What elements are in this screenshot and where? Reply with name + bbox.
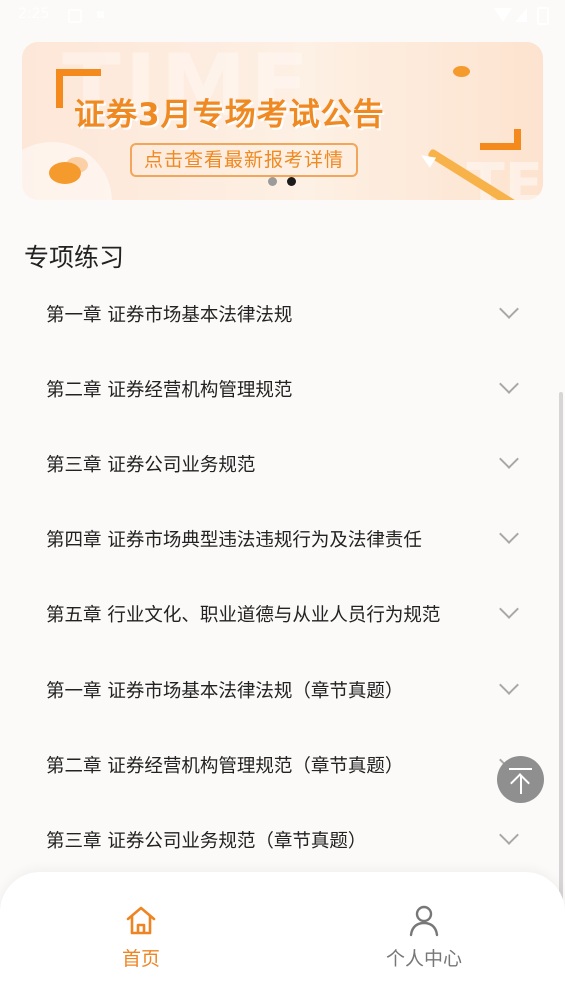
chapter-item[interactable]: 第二章 证券经营机构管理规范 [0,350,565,425]
chapter-label: 第一章 证券市场基本法律法规 [46,305,293,326]
chapter-label: 第二章 证券经营机构管理规范（章节真题） [46,756,404,777]
tab-home[interactable]: 首页 [81,902,201,982]
chapter-item[interactable]: 第二章 证券经营机构管理规范（章节真题） [0,726,565,801]
chapter-label: 第五章 行业文化、职业道德与从业人员行为规范 [46,605,441,626]
back-to-top-button[interactable] [497,756,544,803]
scrollbar[interactable] [559,392,563,902]
chapter-label: 第三章 证券公司业务规范（章节真题） [46,831,367,852]
chapter-item[interactable]: 第三章 证券公司业务规范 [0,425,565,500]
chevron-down-icon[interactable] [499,374,519,394]
status-time: 2:25 [18,6,50,22]
battery-icon [537,7,549,25]
wifi-icon [494,8,512,22]
tab-profile[interactable]: 个人中心 [364,902,484,982]
signal-icon [515,8,527,22]
chapter-label: 第三章 证券公司业务规范 [46,455,256,476]
chevron-down-icon[interactable] [499,675,519,695]
tab-profile-label: 个人中心 [385,948,462,970]
banner-headline: 证券3月专场考试公告 [74,97,385,133]
sim-icon: ▪ [96,6,106,22]
chapter-label: 第二章 证券经营机构管理规范 [46,380,293,401]
bottom-tab-bar: 首页 个人中心 [0,872,565,1004]
chevron-down-icon[interactable] [499,299,519,319]
chevron-down-icon[interactable] [499,524,519,544]
banner-subtitle-button[interactable]: 点击查看最新报考详情 [130,143,359,177]
section-title: 专项练习 [24,243,125,272]
chapter-item[interactable]: 第四章 证券市场典型违法违规行为及法律责任 [0,500,565,575]
banner-decoration-dot-small [453,66,470,77]
chapter-item[interactable]: 第一章 证券市场基本法律法规（章节真题） [0,651,565,726]
person-icon [409,905,439,937]
status-bar: 2:25 ▪ [0,0,565,30]
banner-page-indicator[interactable] [264,177,304,187]
chapter-label: 第四章 证券市场典型违法违规行为及法律责任 [46,530,422,551]
chapter-item[interactable]: 第一章 证券市场基本法律法规 [0,275,565,350]
chevron-down-icon[interactable] [499,825,519,845]
chevron-down-icon[interactable] [499,449,519,469]
back-to-top-icon [509,768,532,770]
indicator-dot-1[interactable] [268,177,277,186]
indicator-dot-2-active[interactable] [287,177,296,186]
notification-square-icon [68,9,82,23]
chevron-down-icon[interactable] [499,599,519,619]
tab-home-label: 首页 [121,948,160,970]
chapter-item[interactable]: 第三章 证券公司业务规范（章节真题） [0,801,565,876]
banner-bracket-bottom-right [480,129,521,150]
chapter-item[interactable]: 第五章 行业文化、职业道德与从业人员行为规范 [0,575,565,650]
chapter-label: 第一章 证券市场基本法律法规（章节真题） [46,681,404,702]
home-icon [126,906,156,935]
banner-decoration-dot-orange [49,162,81,184]
